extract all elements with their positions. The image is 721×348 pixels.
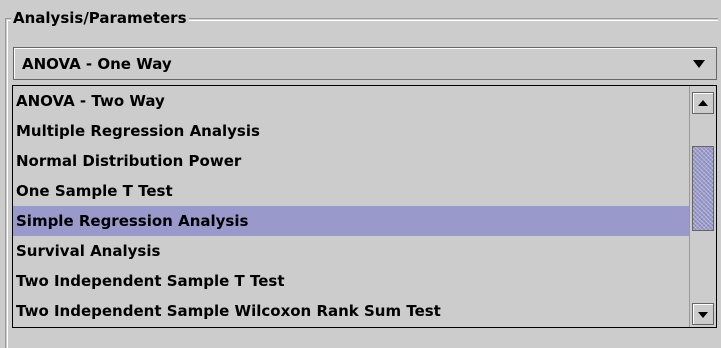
arrow-down-icon bbox=[698, 312, 708, 318]
list-item[interactable]: Two Independent Sample Wilcoxon Rank Sum… bbox=[13, 296, 689, 326]
analysis-combo-box[interactable]: ANOVA - One Way bbox=[13, 47, 717, 80]
scroll-down-button[interactable] bbox=[692, 303, 714, 325]
list-item[interactable]: Two Independent Sample T Test bbox=[13, 266, 689, 296]
group-title: Analysis/Parameters bbox=[11, 8, 189, 28]
combo-selected-value: ANOVA - One Way bbox=[22, 55, 172, 73]
analysis-parameters-panel: Analysis/Parameters ANOVA - One Way ANOV… bbox=[0, 0, 721, 348]
list-item[interactable]: ANOVA - Two Way bbox=[13, 86, 689, 116]
analysis-options-list: ANOVA - Two Way Multiple Regression Anal… bbox=[13, 86, 689, 327]
list-item[interactable]: Survival Analysis bbox=[13, 236, 689, 266]
arrow-up-icon bbox=[698, 100, 708, 106]
scrollbar-thumb[interactable] bbox=[692, 146, 714, 231]
dropdown-popup: ANOVA - Two Way Multiple Regression Anal… bbox=[12, 85, 717, 328]
list-item[interactable]: One Sample T Test bbox=[13, 176, 689, 206]
list-item[interactable]: Multiple Regression Analysis bbox=[13, 116, 689, 146]
list-item-highlighted[interactable]: Simple Regression Analysis bbox=[13, 206, 689, 236]
vertical-scrollbar[interactable] bbox=[689, 86, 716, 327]
chevron-down-icon[interactable] bbox=[693, 60, 705, 68]
list-item[interactable]: Normal Distribution Power bbox=[13, 146, 689, 176]
scroll-up-button[interactable] bbox=[692, 92, 714, 114]
